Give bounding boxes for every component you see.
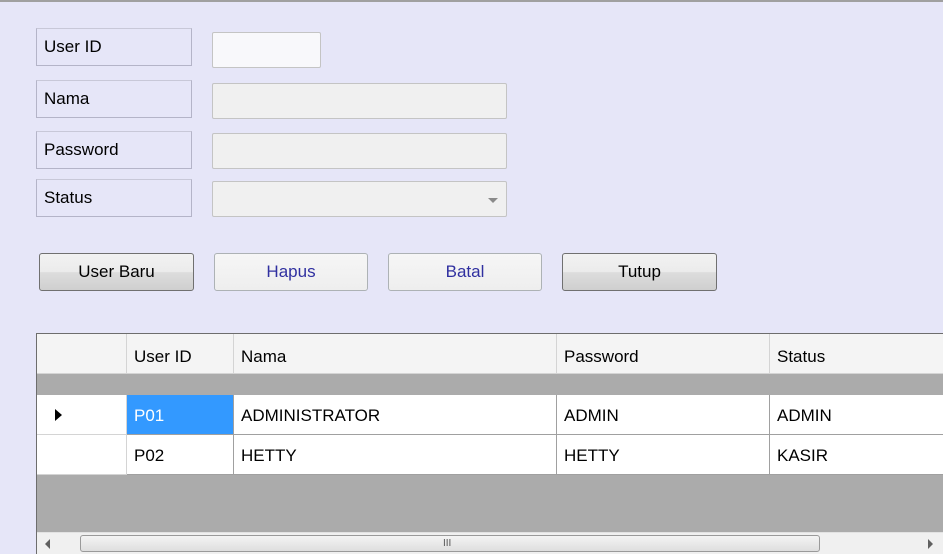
cell-nama[interactable]: HETTY bbox=[234, 435, 557, 475]
tutup-button[interactable]: Tutup bbox=[562, 253, 717, 291]
user-data-grid[interactable]: User ID Nama Password Status P01 ADMINIS… bbox=[36, 333, 943, 554]
chevron-down-icon[interactable] bbox=[488, 198, 498, 203]
cell-nama[interactable]: ADMINISTRATOR bbox=[234, 395, 557, 435]
cell-password[interactable]: ADMIN bbox=[557, 395, 770, 435]
grid-header-row: User ID Nama Password Status bbox=[37, 334, 943, 374]
status-label: Status bbox=[36, 179, 192, 217]
column-header-nama[interactable]: Nama bbox=[234, 334, 557, 374]
scroll-left-icon[interactable] bbox=[45, 539, 50, 549]
column-header-password[interactable]: Password bbox=[557, 334, 770, 374]
row-header[interactable] bbox=[37, 395, 127, 435]
nama-label: Nama bbox=[36, 80, 192, 118]
cell-user-id[interactable]: P01 bbox=[127, 395, 234, 435]
user-id-label: User ID bbox=[36, 28, 192, 66]
column-header-user-id[interactable]: User ID bbox=[127, 334, 234, 374]
window-top-border bbox=[0, 0, 943, 2]
nama-field[interactable] bbox=[212, 83, 507, 119]
cell-user-id[interactable]: P02 bbox=[127, 435, 234, 475]
user-baru-button[interactable]: User Baru bbox=[39, 253, 194, 291]
cell-password[interactable]: HETTY bbox=[557, 435, 770, 475]
horizontal-scrollbar[interactable]: III bbox=[37, 532, 943, 554]
table-row[interactable]: P01 ADMINISTRATOR ADMIN ADMIN bbox=[37, 395, 943, 435]
batal-button[interactable]: Batal bbox=[388, 253, 542, 291]
scrollbar-thumb[interactable]: III bbox=[80, 535, 820, 552]
scroll-right-icon[interactable] bbox=[928, 539, 933, 549]
grid-corner-header[interactable] bbox=[37, 334, 127, 374]
password-label: Password bbox=[36, 131, 192, 169]
password-field[interactable] bbox=[212, 133, 507, 169]
status-combobox[interactable] bbox=[212, 181, 507, 217]
scrollbar-grip: III bbox=[443, 538, 452, 549]
hapus-button[interactable]: Hapus bbox=[214, 253, 368, 291]
user-id-field[interactable] bbox=[212, 32, 321, 68]
column-header-status[interactable]: Status bbox=[770, 334, 943, 374]
cell-status[interactable]: KASIR bbox=[770, 435, 943, 475]
row-header[interactable] bbox=[37, 435, 127, 475]
cell-status[interactable]: ADMIN bbox=[770, 395, 943, 435]
table-row[interactable]: P02 HETTY HETTY KASIR bbox=[37, 435, 943, 475]
current-row-pointer-icon bbox=[55, 409, 62, 421]
